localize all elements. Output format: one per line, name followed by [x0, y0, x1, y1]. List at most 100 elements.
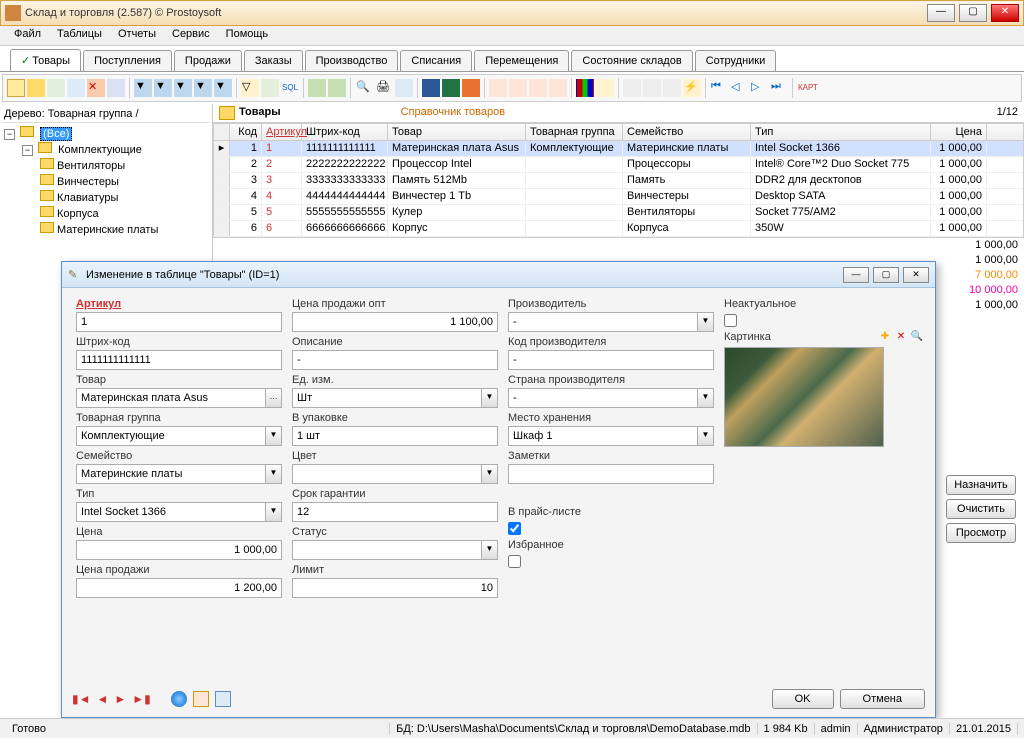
- status-select[interactable]: [292, 540, 482, 560]
- tovar-input[interactable]: [76, 388, 266, 408]
- chevron-down-icon[interactable]: ▼: [482, 540, 498, 560]
- menu-service[interactable]: Сервис: [164, 26, 218, 45]
- manuf-select[interactable]: [508, 312, 698, 332]
- tree-node-mobo[interactable]: Материнские платы: [4, 221, 208, 237]
- dialog-titlebar[interactable]: ✎ Изменение в таблице "Товары" (ID=1) — …: [62, 262, 935, 288]
- expand-icon[interactable]: −: [4, 129, 15, 140]
- tb-prev-icon[interactable]: ◁: [730, 79, 748, 97]
- obsolete-checkbox[interactable]: [724, 314, 737, 327]
- col-artikul[interactable]: Артикул: [262, 124, 302, 140]
- image-remove-icon[interactable]: ✕: [894, 331, 908, 345]
- nav-first-icon[interactable]: ▮◄: [72, 692, 90, 706]
- tb-cfg4-icon[interactable]: ⚡: [683, 79, 701, 97]
- tb-preview-icon[interactable]: [395, 79, 413, 97]
- country-select[interactable]: [508, 388, 698, 408]
- table-row[interactable]: 3 3 3333333333333 Память 512Mb Память DD…: [214, 173, 1023, 189]
- tb-sql-icon[interactable]: SQL: [281, 79, 299, 97]
- menu-file[interactable]: Файл: [6, 26, 49, 45]
- tb-export-icon[interactable]: [308, 79, 326, 97]
- tab-receipts[interactable]: Поступления: [83, 50, 172, 71]
- chevron-down-icon[interactable]: ▼: [698, 426, 714, 446]
- menu-help[interactable]: Помощь: [218, 26, 277, 45]
- tab-sales[interactable]: Продажи: [174, 50, 242, 71]
- tb-delete-icon[interactable]: ✕: [87, 79, 105, 97]
- chevron-down-icon[interactable]: ▼: [266, 502, 282, 522]
- tb-cfg1-icon[interactable]: [623, 79, 641, 97]
- tab-staff[interactable]: Сотрудники: [695, 50, 777, 71]
- tb-import-icon[interactable]: [328, 79, 346, 97]
- tb-copy-icon[interactable]: [47, 79, 65, 97]
- tree-node-keyboards[interactable]: Клавиатуры: [4, 189, 208, 205]
- chevron-down-icon[interactable]: ▼: [482, 388, 498, 408]
- storage-select[interactable]: [508, 426, 698, 446]
- table-row[interactable]: 6 6 6666666666666 Корпус Корпуса 350W 1 …: [214, 221, 1023, 237]
- dialog-maximize-button[interactable]: ▢: [873, 267, 899, 283]
- family-select[interactable]: [76, 464, 266, 484]
- price-opt-input[interactable]: [292, 312, 498, 332]
- price-input[interactable]: [76, 540, 282, 560]
- tb-edit-icon[interactable]: [27, 79, 45, 97]
- close-button[interactable]: ✕: [991, 4, 1019, 22]
- tb-new-icon[interactable]: [7, 79, 25, 97]
- tb-cfg2-icon[interactable]: [643, 79, 661, 97]
- tree-root[interactable]: − (Все): [4, 125, 208, 141]
- col-code[interactable]: Код: [230, 124, 262, 140]
- image-zoom-icon[interactable]: 🔍: [910, 331, 924, 345]
- assign-button[interactable]: Назначить: [946, 475, 1016, 495]
- preview-button[interactable]: Просмотр: [946, 523, 1016, 543]
- col-group[interactable]: Товарная группа: [526, 124, 623, 140]
- clear-button[interactable]: Очистить: [946, 499, 1016, 519]
- browse-button[interactable]: …: [266, 388, 282, 408]
- tb-funnel-icon[interactable]: ▽: [241, 79, 259, 97]
- tb-first-icon[interactable]: ⏮: [710, 79, 728, 97]
- tree-node-fans[interactable]: Вентиляторы: [4, 157, 208, 173]
- tb-refresh-icon[interactable]: [107, 79, 125, 97]
- manuf-code-input[interactable]: [508, 350, 714, 370]
- inprice-checkbox[interactable]: [508, 522, 521, 535]
- menu-reports[interactable]: Отчеты: [110, 26, 164, 45]
- tb-cfg3-icon[interactable]: [663, 79, 681, 97]
- data-grid[interactable]: Код Артикул Штрих-код Товар Товарная гру…: [213, 123, 1024, 238]
- tb-paste-icon[interactable]: [67, 79, 85, 97]
- menu-tables[interactable]: Таблицы: [49, 26, 110, 45]
- col-family[interactable]: Семейство: [623, 124, 751, 140]
- minimize-button[interactable]: —: [927, 4, 955, 22]
- warranty-input[interactable]: [292, 502, 498, 522]
- tb-doc4-icon[interactable]: [549, 79, 567, 97]
- copy-icon[interactable]: [193, 691, 209, 707]
- tb-last-icon[interactable]: ⏭: [770, 79, 788, 97]
- tab-production[interactable]: Производство: [305, 50, 399, 71]
- tb-word-icon[interactable]: [422, 79, 440, 97]
- tb-map-icon[interactable]: КАРТ: [797, 79, 815, 97]
- tb-sort-icon[interactable]: [261, 79, 279, 97]
- table-row[interactable]: 4 4 4444444444444 Винчестер 1 Tb Винчест…: [214, 189, 1023, 205]
- nav-next-icon[interactable]: ►: [114, 692, 126, 706]
- col-barcode[interactable]: Штрих-код: [302, 124, 388, 140]
- col-type[interactable]: Тип: [751, 124, 931, 140]
- table-row[interactable]: 2 2 2222222222222 Процессор Intel Процес…: [214, 157, 1023, 173]
- artikul-input[interactable]: [76, 312, 282, 332]
- limit-input[interactable]: [292, 578, 498, 598]
- cancel-button[interactable]: Отмена: [840, 689, 925, 709]
- chevron-down-icon[interactable]: ▼: [698, 312, 714, 332]
- tab-stock[interactable]: Состояние складов: [571, 50, 692, 71]
- tree-node-hdd[interactable]: Винчестеры: [4, 173, 208, 189]
- table-row[interactable]: ▸ 1 1 1111111111111 Материнская плата As…: [214, 141, 1023, 157]
- ok-button[interactable]: OK: [772, 689, 834, 709]
- tree-node-components[interactable]: − Комплектующие: [4, 141, 208, 157]
- tb-filter2-icon[interactable]: ▼: [154, 79, 172, 97]
- fav-checkbox[interactable]: [508, 555, 521, 568]
- tb-excel-icon[interactable]: [442, 79, 460, 97]
- tree-node-cases[interactable]: Корпуса: [4, 205, 208, 221]
- tb-doc1-icon[interactable]: [489, 79, 507, 97]
- type-select[interactable]: [76, 502, 266, 522]
- col-tovar[interactable]: Товар: [388, 124, 526, 140]
- barcode-input[interactable]: [76, 350, 282, 370]
- tb-print-icon[interactable]: 🖨: [375, 79, 393, 97]
- notes-input[interactable]: [508, 464, 714, 484]
- unit-select[interactable]: [292, 388, 482, 408]
- col-price[interactable]: Цена: [931, 124, 987, 140]
- chevron-down-icon[interactable]: ▼: [266, 426, 282, 446]
- price-sale-input[interactable]: [76, 578, 282, 598]
- tb-filter1-icon[interactable]: ▼: [134, 79, 152, 97]
